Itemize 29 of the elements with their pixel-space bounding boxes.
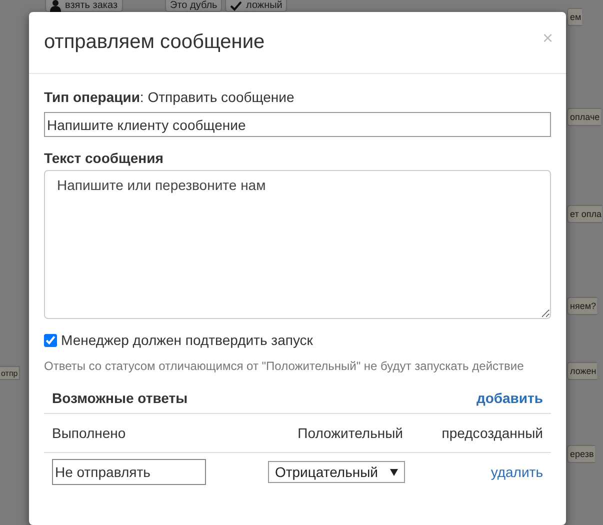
node-label: оплаче bbox=[570, 112, 600, 122]
node-label: ложен bbox=[570, 366, 596, 376]
check-icon bbox=[230, 0, 242, 10]
operation-type: Тип операции: Отправить сообщение bbox=[44, 89, 296, 105]
status-select[interactable]: Отрицательный bbox=[268, 461, 405, 483]
add-link[interactable]: добавить bbox=[476, 390, 543, 406]
node-label: ерезв bbox=[570, 449, 594, 459]
name-field[interactable]: Напишите клиенту сообщение bbox=[44, 112, 551, 137]
answers-title: Возможные ответы bbox=[52, 390, 188, 406]
confirm-checkbox[interactable] bbox=[44, 334, 57, 346]
node-label: ет опла bbox=[570, 209, 602, 219]
node-label: няем? bbox=[570, 301, 596, 311]
answer-name: Выполнено bbox=[52, 425, 127, 441]
node-label: Это дубль bbox=[170, 0, 218, 11]
person-icon bbox=[50, 0, 61, 12]
answer-name-field[interactable]: Не отправлять bbox=[52, 459, 206, 485]
node-label: ложный bbox=[246, 0, 282, 11]
hint-text: Ответы со статусом отличающимся от "Положительный" не будут запускать действие bbox=[44, 359, 525, 373]
delete-link[interactable]: удалить bbox=[490, 464, 543, 480]
confirm-label: Менеджер должен подтвердить запуск bbox=[61, 332, 313, 348]
caret-icon bbox=[390, 468, 398, 476]
node-label: взять заказ bbox=[65, 0, 118, 11]
message-field[interactable]: Напишите или перезвоните нам bbox=[44, 170, 551, 319]
answer-type: предсозданный bbox=[440, 425, 543, 441]
node-label: отпр bbox=[1, 368, 18, 378]
node-label: ем bbox=[570, 12, 582, 22]
dialog-title: отправляем сообщение bbox=[44, 30, 265, 54]
message-label: Текст сообщения bbox=[44, 150, 164, 166]
answer-status: Положительный bbox=[296, 425, 403, 441]
